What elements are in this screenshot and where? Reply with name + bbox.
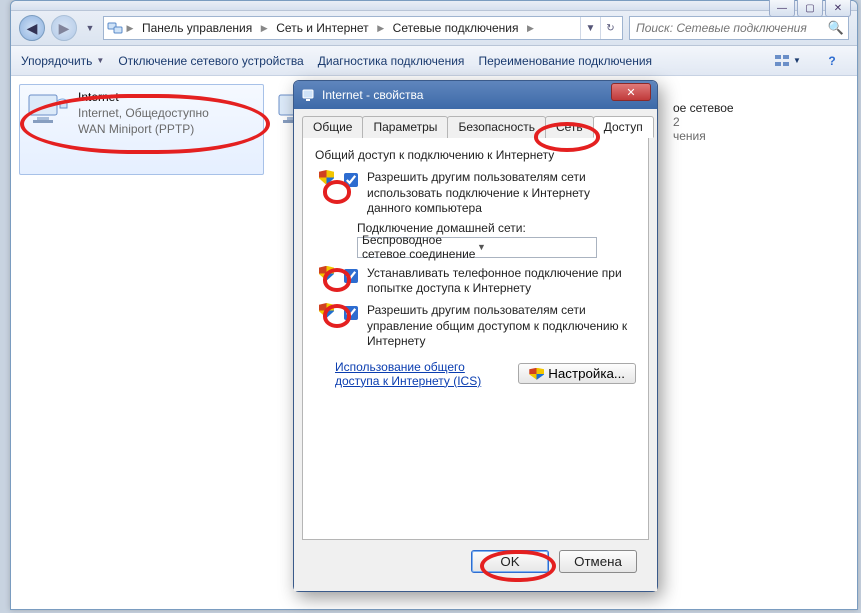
partial-connection-item: ое сетевое 2 чения	[673, 101, 843, 143]
connection-name: Internet	[78, 89, 209, 105]
toolbar: Упорядочить ▼ Отключение сетевого устрой…	[11, 46, 857, 76]
checkbox-allow-sharing[interactable]	[344, 173, 358, 187]
ok-button[interactable]: OK	[471, 550, 549, 573]
tabs-row: Общие Параметры Безопасность Сеть Доступ	[302, 115, 649, 138]
partial-text: ое сетевое	[673, 101, 843, 115]
window-maximize[interactable]: ▢	[797, 0, 823, 17]
checkbox-dial-on-demand[interactable]	[344, 269, 358, 283]
toolbar-diagnose[interactable]: Диагностика подключения	[318, 54, 465, 68]
search-box[interactable]: 🔍	[629, 16, 849, 40]
chevron-right-icon[interactable]: ▶	[258, 23, 270, 34]
uac-shield-icon	[529, 368, 544, 380]
tab-page-sharing: Общий доступ к подключению к Интернету Р…	[302, 138, 649, 540]
toolbar-disable-device[interactable]: Отключение сетевого устройства	[118, 54, 303, 68]
home-network-dropdown[interactable]: Беспроводное сетевое соединение ▼	[357, 237, 597, 258]
breadcrumb-network-connections[interactable]: Сетевые подключения	[387, 17, 525, 39]
tab-general[interactable]: Общие	[302, 116, 363, 138]
tab-network[interactable]: Сеть	[545, 116, 594, 138]
view-options-button[interactable]: ▼	[773, 50, 803, 72]
ics-help-link[interactable]: Использование общего доступа к Интернету…	[335, 360, 508, 388]
connection-device: WAN Miniport (PPTP)	[78, 121, 209, 137]
chevron-right-icon[interactable]: ▶	[375, 23, 387, 34]
uac-shield-icon	[319, 170, 334, 185]
uac-shield-icon	[319, 266, 334, 281]
connection-icon	[26, 89, 70, 133]
search-icon: 🔍	[828, 20, 844, 36]
group-title: Общий доступ к подключению к Интернету	[315, 148, 636, 162]
properties-dialog: Internet - свойства ✕ Общие Параметры Бе…	[293, 80, 658, 592]
nav-history-dropdown[interactable]: ▼	[83, 15, 97, 41]
chevron-right-icon[interactable]: ▶	[524, 23, 536, 34]
breadcrumb-control-panel[interactable]: Панель управления	[136, 17, 258, 39]
partial-text: чения	[673, 129, 843, 143]
tab-sharing[interactable]: Доступ	[593, 116, 654, 138]
window-close[interactable]: ✕	[825, 0, 851, 17]
button-label: Настройка...	[548, 366, 625, 381]
chevron-down-icon: ▼	[477, 242, 592, 252]
partial-text: 2	[673, 115, 843, 129]
settings-button[interactable]: Настройка...	[518, 363, 636, 384]
dialog-close-button[interactable]: ✕	[611, 83, 651, 101]
dialog-icon	[302, 88, 316, 102]
help-button[interactable]: ?	[817, 50, 847, 72]
chevron-down-icon: ▼	[96, 56, 104, 65]
address-row: ◀ ▶ ▼ ▶ Панель управления ▶ Сеть и Интер…	[11, 11, 857, 46]
tab-security[interactable]: Безопасность	[447, 116, 546, 138]
tab-options[interactable]: Параметры	[362, 116, 448, 138]
checkbox-label: Разрешить другим пользователям сети упра…	[367, 303, 636, 350]
address-bar[interactable]: ▶ Панель управления ▶ Сеть и Интернет ▶ …	[103, 16, 623, 40]
search-input[interactable]	[634, 20, 828, 36]
dialog-titlebar[interactable]: Internet - свойства ✕	[294, 81, 657, 109]
checkbox-allow-control[interactable]	[344, 306, 358, 320]
toolbar-rename[interactable]: Переименование подключения	[478, 54, 652, 68]
dialog-title: Internet - свойства	[322, 88, 423, 102]
chevron-right-icon[interactable]: ▶	[124, 23, 136, 34]
toolbar-label: Упорядочить	[21, 54, 92, 68]
refresh-button[interactable]: ↻	[600, 17, 620, 39]
checkbox-label: Разрешить другим пользователям сети испо…	[367, 170, 636, 217]
breadcrumb-network-internet[interactable]: Сеть и Интернет	[270, 17, 374, 39]
chevron-down-icon: ▼	[793, 56, 801, 65]
window-titlebar[interactable]	[11, 1, 857, 11]
connection-status: Internet, Общедоступно	[78, 105, 209, 121]
toolbar-organize[interactable]: Упорядочить ▼	[21, 54, 104, 68]
dropdown-value: Беспроводное сетевое соединение	[362, 233, 477, 261]
connection-item-internet[interactable]: Internet Internet, Общедоступно WAN Mini…	[19, 84, 264, 175]
window-minimize[interactable]: —	[769, 0, 795, 17]
checkbox-label: Устанавливать телефонное подключение при…	[367, 266, 636, 297]
cancel-button[interactable]: Отмена	[559, 550, 637, 573]
nav-forward-button[interactable]: ▶	[51, 15, 77, 41]
nav-back-button[interactable]: ◀	[19, 15, 45, 41]
uac-shield-icon	[319, 303, 334, 318]
network-icon	[106, 19, 124, 37]
address-dropdown[interactable]: ▼	[580, 17, 600, 39]
